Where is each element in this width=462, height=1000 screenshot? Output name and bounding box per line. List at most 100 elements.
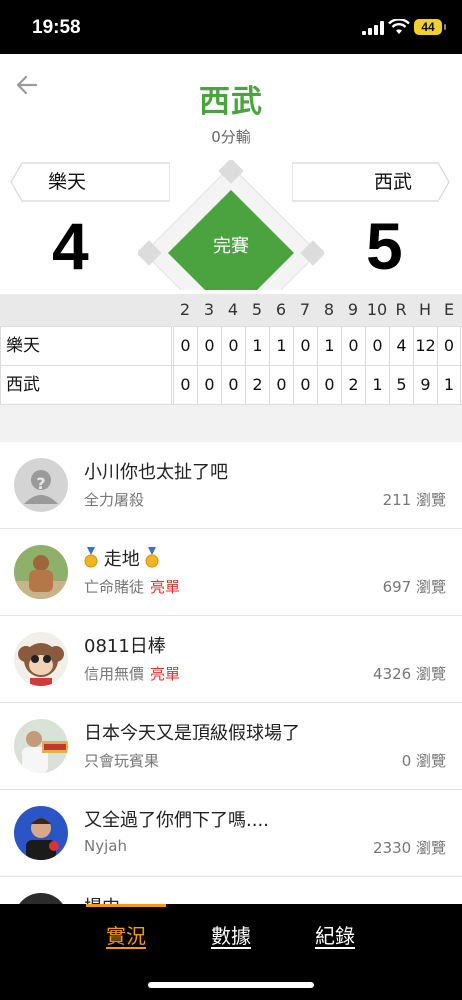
linescore-cell: 0 bbox=[197, 366, 221, 404]
medal-icon bbox=[145, 547, 159, 568]
show-bet-badge: 亮單 bbox=[150, 665, 181, 683]
svg-text:?: ? bbox=[36, 474, 45, 493]
post-feed[interactable]: ? 小川你也太扯了吧 全力屠殺 211 瀏覽 走地 亡命賭徒 亮單 697 瀏覽… bbox=[0, 442, 462, 904]
post-title: 又全過了你們下了嗎.... bbox=[84, 810, 269, 831]
tab-live[interactable]: 實況 bbox=[106, 920, 146, 949]
inning-header: 5 bbox=[251, 300, 263, 319]
linescore-cell: 0 bbox=[365, 327, 389, 365]
post-views: 2330 瀏覽 bbox=[373, 839, 446, 857]
inning-header: 2 bbox=[179, 300, 191, 319]
status-time: 19:58 bbox=[32, 17, 81, 38]
author-name: Nyjah bbox=[84, 837, 127, 855]
post-item[interactable]: 場中 bbox=[0, 877, 462, 904]
post-views: 697 瀏覽 bbox=[382, 578, 446, 596]
post-author: 信用無價 亮單 bbox=[84, 663, 180, 684]
linescore-cell: 0 bbox=[269, 366, 293, 404]
linescore-cell: 1 bbox=[365, 366, 389, 404]
post-author: 亡命賭徒 亮單 bbox=[84, 576, 180, 597]
author-name: 信用無價 bbox=[84, 665, 145, 683]
post-item[interactable]: 又全過了你們下了嗎.... Nyjah 2330 瀏覽 bbox=[0, 790, 462, 877]
post-item[interactable]: ? 小川你也太扯了吧 全力屠殺 211 瀏覽 bbox=[0, 442, 462, 529]
linescore-team-name: 樂天 bbox=[6, 336, 40, 356]
battery-icon: 44 bbox=[414, 19, 446, 35]
inning-header: 7 bbox=[299, 300, 311, 319]
linescore-team-name: 西武 bbox=[6, 375, 40, 395]
linescore-runs: 5 bbox=[389, 366, 413, 404]
post-item[interactable]: 日本今天又是頂級假球場了 只會玩賓果 0 瀏覽 bbox=[0, 703, 462, 790]
linescore-cell: 2 bbox=[245, 366, 269, 404]
status-bar: 19:58 44 bbox=[0, 0, 462, 54]
user-avatar bbox=[14, 719, 68, 773]
linescore-cell: 0 bbox=[293, 327, 317, 365]
home-score: 5 bbox=[366, 209, 403, 283]
user-avatar bbox=[14, 893, 68, 904]
linescore-cell: 2 bbox=[341, 366, 365, 404]
linescore-cell: 0 bbox=[173, 327, 197, 365]
inning-header: 3 bbox=[203, 300, 215, 319]
post-item[interactable]: 走地 亡命賭徒 亮單 697 瀏覽 bbox=[0, 529, 462, 616]
show-bet-badge: 亮單 bbox=[150, 578, 181, 596]
inning-header: 9 bbox=[347, 300, 359, 319]
linescore-runs: 4 bbox=[389, 327, 413, 365]
inning-header: 6 bbox=[275, 300, 287, 319]
inning-header: 10 bbox=[366, 300, 388, 319]
winner-team: 西武 bbox=[199, 84, 263, 120]
tab-stats[interactable]: 數據 bbox=[211, 920, 251, 949]
post-author: Nyjah bbox=[84, 837, 127, 855]
linescore-cell: 1 bbox=[317, 327, 341, 365]
post-title-text: 走地 bbox=[103, 549, 140, 570]
linescore-errors: 1 bbox=[437, 366, 461, 404]
post-item[interactable]: 0811日棒 信用無價 亮單 4326 瀏覽 bbox=[0, 616, 462, 703]
linescore-cell: 1 bbox=[245, 327, 269, 365]
linescore-cell: 0 bbox=[173, 366, 197, 404]
linescore-table: 2 3 4 5 6 7 8 9 10 R H E 樂天 0 0 0 1 1 0 … bbox=[0, 294, 462, 405]
linescore-hits: 9 bbox=[413, 366, 437, 404]
game-status: 完賽 bbox=[213, 236, 249, 257]
linescore-row-away: 樂天 0 0 0 1 1 0 1 0 0 4 12 0 bbox=[0, 326, 462, 365]
author-name: 亡命賭徒 bbox=[84, 578, 145, 596]
medal-icon bbox=[84, 547, 98, 568]
post-author: 全力屠殺 bbox=[84, 489, 144, 510]
baseball-diamond bbox=[138, 160, 324, 290]
linescore-cell: 1 bbox=[269, 327, 293, 365]
away-team-name: 樂天 bbox=[48, 171, 87, 193]
linescore-cell: 0 bbox=[221, 366, 245, 404]
linescore-cell: 0 bbox=[317, 366, 341, 404]
linescore-errors: 0 bbox=[437, 327, 461, 365]
linescore-row-home: 西武 0 0 0 2 0 0 0 2 1 5 9 1 bbox=[0, 365, 462, 404]
default-avatar: ? bbox=[14, 458, 68, 512]
cellular-signal-icon bbox=[362, 21, 384, 35]
linescore-cell: 0 bbox=[197, 327, 221, 365]
battery-level: 44 bbox=[421, 20, 435, 34]
linescore-header: 2 3 4 5 6 7 8 9 10 R H E bbox=[0, 294, 462, 326]
linescore-cell: 0 bbox=[221, 327, 245, 365]
post-author: 只會玩賓果 bbox=[84, 750, 159, 771]
user-avatar bbox=[14, 632, 68, 686]
away-score: 4 bbox=[52, 209, 89, 283]
hits-header: H bbox=[418, 300, 432, 319]
active-tab-indicator bbox=[86, 904, 166, 907]
user-avatar bbox=[14, 806, 68, 860]
linescore-bottom-border bbox=[0, 404, 462, 405]
result-margin: 0分輸 bbox=[211, 128, 251, 146]
post-title: 走地 bbox=[84, 545, 159, 571]
home-team-name: 西武 bbox=[374, 171, 413, 193]
home-indicator[interactable] bbox=[148, 982, 314, 988]
post-views: 0 瀏覽 bbox=[401, 752, 446, 770]
tab-records[interactable]: 紀錄 bbox=[315, 920, 355, 949]
post-title: 小川你也太扯了吧 bbox=[84, 462, 228, 483]
author-name: 全力屠殺 bbox=[84, 491, 145, 509]
post-title: 0811日棒 bbox=[84, 636, 166, 657]
inning-header: 8 bbox=[323, 300, 335, 319]
linescore-hits: 12 bbox=[413, 327, 437, 365]
user-avatar bbox=[14, 545, 68, 599]
post-views: 4326 瀏覽 bbox=[373, 665, 446, 683]
inning-header: 4 bbox=[227, 300, 239, 319]
wifi-icon bbox=[388, 19, 410, 34]
linescore-cell: 0 bbox=[341, 327, 365, 365]
post-title: 日本今天又是頂級假球場了 bbox=[84, 723, 300, 744]
linescore-cell: 0 bbox=[293, 366, 317, 404]
post-views: 211 瀏覽 bbox=[382, 491, 446, 509]
runs-header: R bbox=[395, 300, 407, 319]
author-name: 只會玩賓果 bbox=[84, 752, 160, 770]
